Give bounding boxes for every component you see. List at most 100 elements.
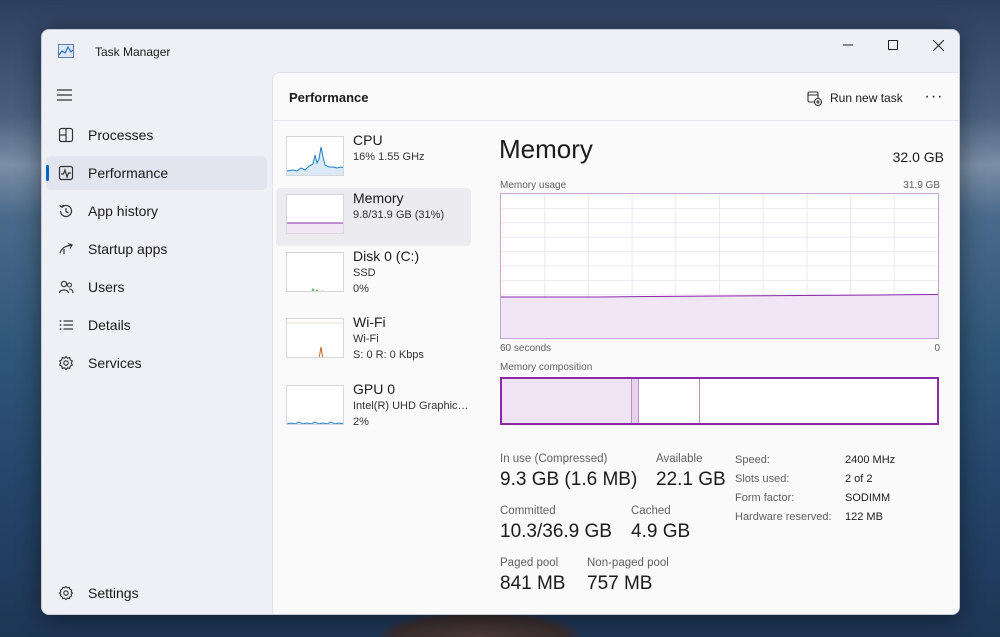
hardware-reserved-label: Hardware reserved: <box>735 511 832 523</box>
sidebar-item-label: Settings <box>88 585 139 601</box>
maximize-button[interactable] <box>871 30 915 60</box>
sidebar-item-startup-apps[interactable]: Startup apps <box>46 232 267 266</box>
detail-title: Memory <box>499 134 593 164</box>
close-button[interactable] <box>916 30 959 60</box>
cpu-thumbnail-graph <box>286 136 344 176</box>
run-new-task-button[interactable]: Run new task <box>807 87 903 109</box>
perf-item-detail: SSD <box>353 267 376 279</box>
run-new-task-label: Run new task <box>830 91 903 105</box>
perf-item-name: Disk 0 (C:) <box>353 248 420 264</box>
sidebar-item-processes[interactable]: Processes <box>46 118 267 152</box>
startup-apps-icon <box>59 242 73 254</box>
speed-value: 2400 MHz <box>845 454 896 466</box>
graph-time-right: 0 <box>934 343 940 354</box>
memory-usage-max: 31.9 GB <box>903 180 940 191</box>
memory-usage-graph <box>500 193 939 339</box>
speed-label: Speed: <box>735 454 770 466</box>
perf-item-name: CPU <box>353 132 383 148</box>
sidebar-item-app-history[interactable]: App history <box>46 194 267 228</box>
committed-label: Committed <box>500 505 556 517</box>
processes-icon <box>58 127 74 143</box>
sidebar-item-label: Users <box>88 279 125 295</box>
perf-item-name: Wi-Fi <box>353 314 386 330</box>
main-panel: Performance Run new task ··· CPU 16% 1.5… <box>272 72 959 614</box>
sidebar-item-label: Performance <box>88 165 169 181</box>
composition-in-use-segment <box>502 379 632 423</box>
run-new-task-icon <box>807 90 822 106</box>
minimize-icon <box>843 44 853 46</box>
committed-value: 10.3/36.9 GB <box>500 521 612 542</box>
minimize-button[interactable] <box>826 30 870 60</box>
form-factor-value: SODIMM <box>845 492 891 504</box>
page-title: Performance <box>289 90 369 105</box>
performance-list: CPU 16% 1.55 GHz Memory 9.8/31.9 GB (31%… <box>273 122 473 614</box>
users-icon <box>58 280 74 294</box>
memory-thumbnail-graph <box>286 194 344 234</box>
non-paged-pool-value: 757 MB <box>587 573 653 594</box>
cached-label: Cached <box>631 505 671 517</box>
performance-icon <box>58 165 74 181</box>
hamburger-menu-icon[interactable] <box>56 88 74 102</box>
title-bar[interactable]: Task Manager <box>42 30 959 72</box>
perf-item-name: Memory <box>353 190 404 206</box>
maximize-icon <box>888 40 898 50</box>
more-options-button[interactable]: ··· <box>921 85 947 109</box>
main-header: Performance Run new task ··· <box>273 73 959 121</box>
available-value: 22.1 GB <box>656 469 726 490</box>
in-use-value: 9.3 GB (1.6 MB) <box>500 469 638 490</box>
perf-item-detail: 2% <box>353 416 369 428</box>
slots-used-value: 2 of 2 <box>845 473 873 485</box>
perf-item-detail: S: 0 R: 0 Kbps <box>353 349 424 361</box>
task-manager-window: Task Manager Processes Performance App h… <box>41 29 960 615</box>
sidebar-item-label: App history <box>88 203 159 219</box>
perf-item-gpu[interactable]: GPU 0 Intel(R) UHD Graphics ... 2% <box>276 379 471 437</box>
sidebar-item-label: Processes <box>88 127 154 143</box>
wifi-thumbnail-graph <box>286 318 344 358</box>
sidebar-item-label: Startup apps <box>88 241 168 257</box>
perf-item-disk[interactable]: Disk 0 (C:) SSD 0% <box>276 246 471 304</box>
in-use-label: In use (Compressed) <box>500 453 608 465</box>
perf-item-detail: 0% <box>353 283 369 295</box>
sidebar-item-details[interactable]: Details <box>46 308 267 342</box>
sidebar: Processes Performance App history Startu… <box>42 72 271 614</box>
app-history-icon <box>59 204 73 218</box>
perf-item-detail: Wi-Fi <box>353 333 379 345</box>
memory-composition-bar <box>500 377 939 425</box>
perf-item-wifi[interactable]: Wi-Fi Wi-Fi S: 0 R: 0 Kbps <box>276 312 471 370</box>
non-paged-pool-label: Non-paged pool <box>587 557 669 569</box>
disk-thumbnail-graph <box>286 252 344 292</box>
form-factor-label: Form factor: <box>735 492 795 504</box>
memory-composition-label: Memory composition <box>500 362 593 373</box>
background-rock <box>380 612 580 637</box>
slots-used-label: Slots used: <box>735 473 790 485</box>
memory-total: 32.0 GB <box>892 149 944 165</box>
sidebar-item-label: Details <box>88 317 131 333</box>
composition-modified-segment <box>632 379 639 423</box>
sidebar-item-users[interactable]: Users <box>46 270 267 304</box>
services-icon <box>58 355 74 371</box>
perf-item-detail: Intel(R) UHD Graphics ... <box>353 400 471 412</box>
details-icon <box>59 320 73 330</box>
memory-usage-label: Memory usage <box>500 180 567 191</box>
composition-standby-divider <box>699 379 700 423</box>
graph-time-left: 60 seconds <box>500 343 552 354</box>
sidebar-item-performance[interactable]: Performance <box>46 156 267 190</box>
perf-item-name: GPU 0 <box>353 381 396 397</box>
perf-item-memory[interactable]: Memory 9.8/31.9 GB (31%) <box>276 188 471 246</box>
available-label: Available <box>656 453 703 465</box>
gpu-thumbnail-graph <box>286 385 344 425</box>
close-icon <box>932 39 944 51</box>
window-title: Task Manager <box>95 45 171 59</box>
cached-value: 4.9 GB <box>631 521 691 542</box>
sidebar-item-label: Services <box>88 355 142 371</box>
sidebar-item-services[interactable]: Services <box>46 346 267 380</box>
sidebar-item-settings[interactable]: Settings <box>46 576 267 610</box>
paged-pool-label: Paged pool <box>500 557 559 569</box>
settings-gear-icon <box>58 585 74 601</box>
task-manager-app-icon <box>58 44 74 58</box>
more-options-icon: ··· <box>924 88 944 105</box>
perf-item-cpu[interactable]: CPU 16% 1.55 GHz <box>276 130 471 188</box>
hardware-reserved-value: 122 MB <box>845 511 883 523</box>
perf-item-detail: 9.8/31.9 GB (31%) <box>353 209 445 221</box>
perf-item-detail: 16% 1.55 GHz <box>353 151 425 163</box>
